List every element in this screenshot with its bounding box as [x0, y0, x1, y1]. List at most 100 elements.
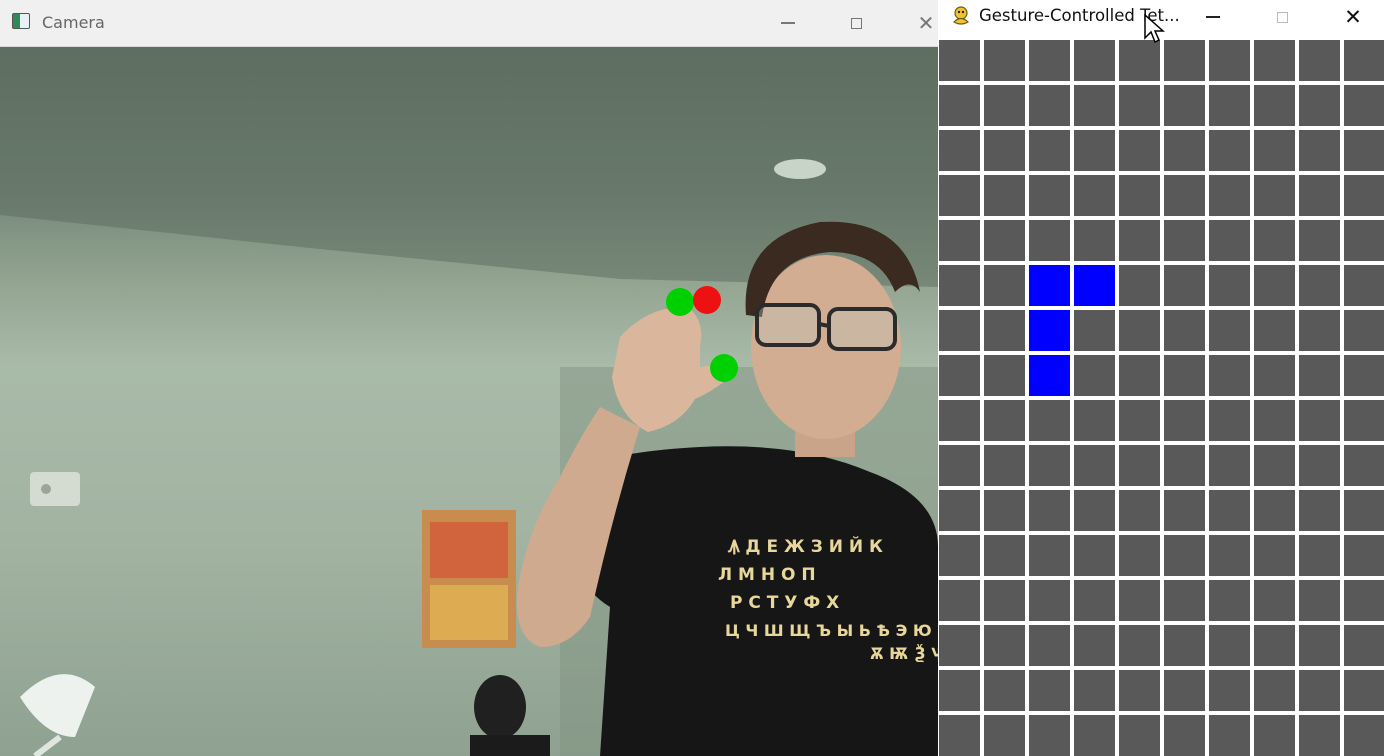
board-cell	[1164, 175, 1205, 216]
board-cell	[1344, 445, 1384, 486]
board-cell	[1344, 40, 1384, 81]
board-cell	[939, 715, 980, 756]
board-cell	[939, 490, 980, 531]
maximize-icon	[1276, 11, 1288, 23]
board-cell	[1164, 355, 1205, 396]
board-cell	[1344, 715, 1384, 756]
camera-maximize-button[interactable]	[836, 8, 876, 38]
board-cell	[1074, 175, 1115, 216]
board-cell	[1029, 400, 1070, 441]
board-cell	[1209, 580, 1250, 621]
camera-app-icon	[12, 13, 30, 29]
board-cell	[1119, 85, 1160, 126]
board-cell	[1344, 580, 1384, 621]
board-cell	[984, 130, 1025, 171]
board-cell	[1344, 130, 1384, 171]
board-cell	[939, 175, 980, 216]
board-cell	[1029, 85, 1070, 126]
board-cell	[1254, 535, 1295, 576]
board-cell	[1209, 445, 1250, 486]
middle-fingertip-marker	[693, 286, 721, 314]
board-cell	[1029, 535, 1070, 576]
shirt-print-line-1: Ꙟ Д Е Ж З И Й К	[727, 535, 883, 557]
board-cell	[1254, 220, 1295, 261]
camera-video-feed: Ꙟ Д Е Ж З И Й К Л М Н О П Р С Т У Ф Х Ц …	[0, 47, 938, 756]
mouse-cursor-icon	[1144, 14, 1165, 44]
board-cell	[984, 490, 1025, 531]
board-cell	[1074, 85, 1115, 126]
board-cell	[1074, 445, 1115, 486]
close-icon: ✕	[1344, 4, 1362, 29]
shirt-print-line-2: Л М Н О П	[718, 565, 816, 585]
board-cell	[1254, 355, 1295, 396]
board-cell	[1119, 130, 1160, 171]
camera-minimize-button[interactable]	[768, 8, 808, 38]
board-cell	[1299, 130, 1340, 171]
board-cell	[1299, 265, 1340, 306]
board-cell	[1164, 85, 1205, 126]
board-cell	[1029, 40, 1070, 81]
board-cell	[939, 580, 980, 621]
game-window: Gesture-Controlled Tet... ✕	[938, 0, 1384, 756]
smoke-detector	[774, 159, 826, 179]
board-cell	[1344, 355, 1384, 396]
board-cell	[984, 175, 1025, 216]
board-cell	[1074, 535, 1115, 576]
game-minimize-button[interactable]	[1193, 2, 1233, 32]
board-cell	[1299, 715, 1340, 756]
board-cell	[1119, 715, 1160, 756]
board-cell	[1299, 40, 1340, 81]
board-cell	[1344, 400, 1384, 441]
board-cell	[1344, 85, 1384, 126]
board-cell	[1119, 535, 1160, 576]
board-cell	[1299, 220, 1340, 261]
board-cell	[1254, 490, 1295, 531]
plush-toy	[474, 675, 526, 739]
game-close-button[interactable]: ✕	[1333, 2, 1373, 32]
minimize-icon	[1206, 16, 1220, 18]
board-cell	[1029, 625, 1070, 666]
board-cell	[1209, 670, 1250, 711]
board-cell	[1344, 625, 1384, 666]
board-cell	[1074, 490, 1115, 531]
board-cell	[984, 445, 1025, 486]
board-cell	[1299, 625, 1340, 666]
board-cell	[1164, 445, 1205, 486]
board-cell	[984, 310, 1025, 351]
board-cell	[1119, 220, 1160, 261]
board-cell	[984, 355, 1025, 396]
board-cell	[984, 535, 1025, 576]
game-maximize-button[interactable]	[1262, 2, 1302, 32]
board-cell	[1074, 355, 1115, 396]
camera-window-title: Camera	[42, 13, 105, 32]
board-cell	[939, 40, 980, 81]
minimize-icon	[781, 22, 795, 24]
board-cell	[939, 445, 980, 486]
board-cell	[1209, 220, 1250, 261]
board-cell	[1254, 445, 1295, 486]
thumb-tip-marker	[710, 354, 738, 382]
board-cell	[1074, 130, 1115, 171]
board-cell	[1119, 670, 1160, 711]
board-cell	[1254, 175, 1295, 216]
board-cell	[1254, 670, 1295, 711]
board-cell	[1164, 400, 1205, 441]
board-cell	[939, 220, 980, 261]
board-cell	[1074, 40, 1115, 81]
board-cell	[1164, 220, 1205, 261]
board-cell	[984, 400, 1025, 441]
board-cell	[1209, 265, 1250, 306]
wall-outlet	[30, 472, 80, 506]
board-cell	[1074, 670, 1115, 711]
board-cell	[1119, 490, 1160, 531]
board-cell	[1209, 175, 1250, 216]
desk-lamp	[20, 674, 95, 737]
board-cell	[984, 670, 1025, 711]
index-fingertip-marker	[666, 288, 694, 316]
board-cell	[1299, 535, 1340, 576]
board-cell	[1254, 265, 1295, 306]
camera-titlebar[interactable]: Camera ✕	[0, 0, 938, 47]
board-cell	[1119, 265, 1160, 306]
board-cell	[984, 40, 1025, 81]
board-cell	[984, 85, 1025, 126]
